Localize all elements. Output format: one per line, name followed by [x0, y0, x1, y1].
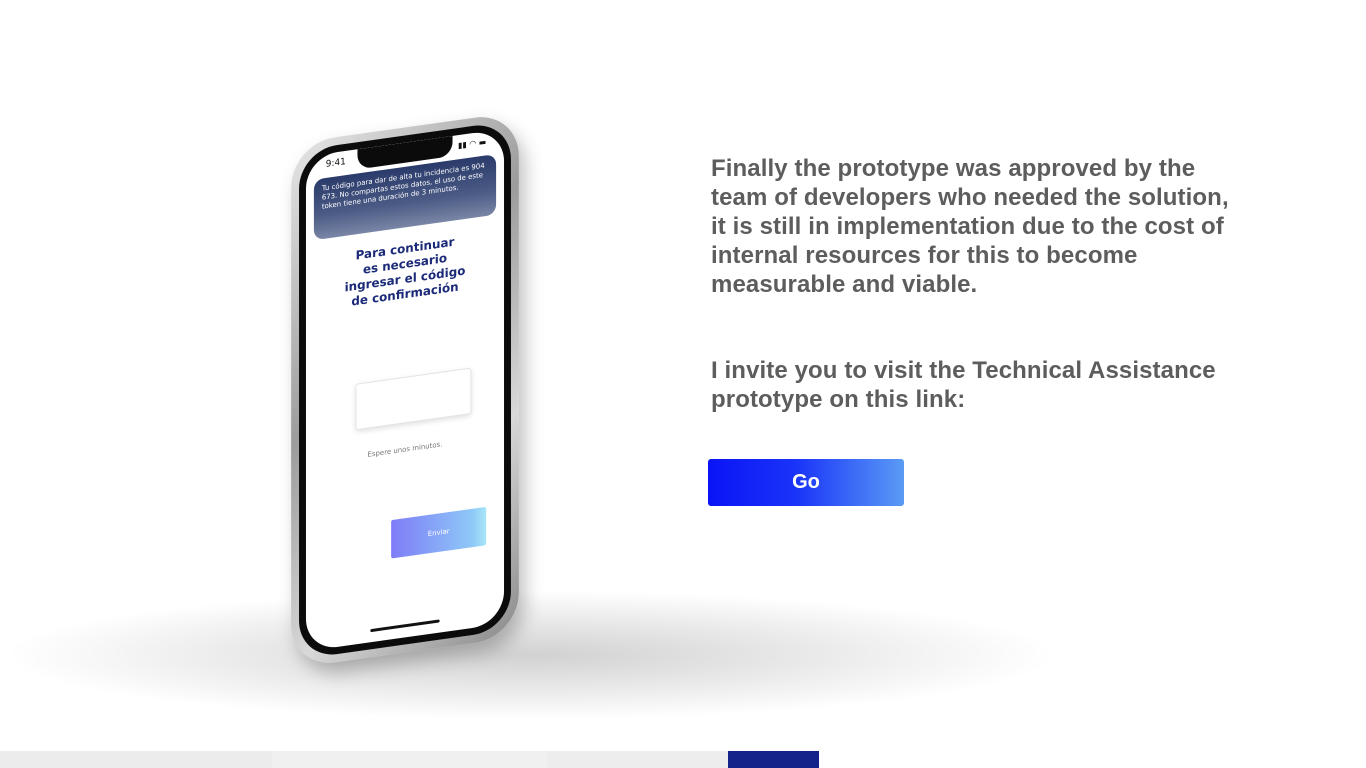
wait-message: Espere unos minutos.	[367, 440, 443, 459]
hero-section: 9:41 ▮▮ ◠ ▬ Tu código para dar de alta t…	[0, 0, 1366, 768]
confirmation-code-input	[355, 367, 472, 431]
go-button[interactable]: Go	[708, 459, 904, 506]
phone-screen: 9:41 ▮▮ ◠ ▬ Tu código para dar de alta t…	[305, 128, 505, 652]
strip-accent-segment	[728, 751, 819, 768]
strip-segment	[819, 751, 1366, 768]
phone-mockup: 9:41 ▮▮ ◠ ▬ Tu código para dar de alta t…	[0, 111, 1060, 720]
invite-paragraph: I invite you to visit the Technical Assi…	[711, 357, 1216, 413]
status-time: 9:41	[325, 156, 346, 170]
description-block: Finally the prototype was approved by th…	[711, 154, 1231, 414]
screen-heading: Para continuar es necesario ingresar el …	[344, 234, 466, 309]
home-indicator	[370, 619, 440, 633]
strip-segment	[548, 751, 728, 768]
bottom-strip	[0, 751, 1366, 768]
signal-wifi-battery-icon: ▮▮ ◠ ▬	[458, 137, 487, 151]
strip-segment	[272, 751, 547, 768]
send-button-mockup: Enviar	[391, 506, 487, 559]
strip-segment	[0, 751, 271, 768]
description-paragraph: Finally the prototype was approved by th…	[711, 155, 1229, 298]
phone-frame: 9:41 ▮▮ ◠ ▬ Tu código para dar de alta t…	[291, 111, 519, 669]
phone-shadow	[0, 590, 1060, 720]
